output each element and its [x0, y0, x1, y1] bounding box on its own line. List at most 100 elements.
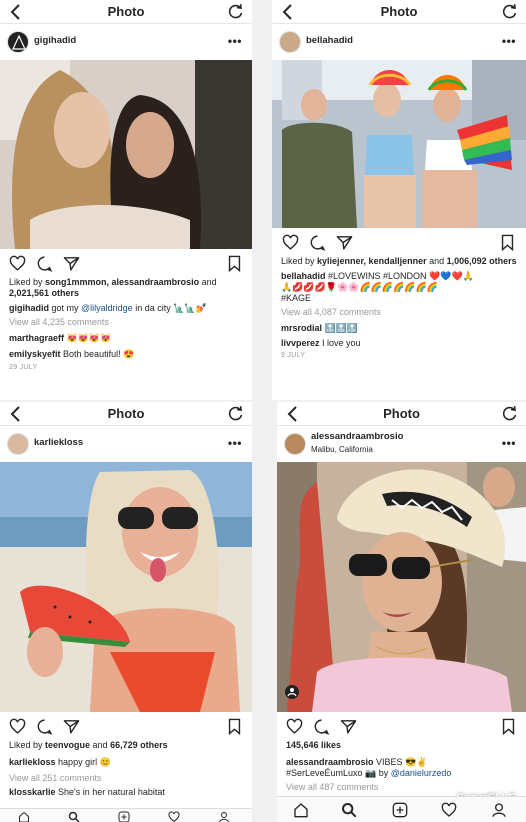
- comment: marthagraeff 😻😻😻😻: [0, 333, 252, 344]
- comment-icon[interactable]: [313, 718, 330, 735]
- navbar: Photo: [0, 0, 252, 24]
- comment: livvperez I love you: [272, 338, 526, 349]
- avatar[interactable]: [7, 31, 29, 53]
- comment: mrsrodial 🔝🔝🔝: [272, 323, 526, 334]
- caption: alessandraambrosio VIBES 😎✌️ #SerLeveÉum…: [277, 757, 526, 779]
- refresh-icon[interactable]: [501, 3, 518, 20]
- heart-icon[interactable]: [286, 718, 303, 735]
- post-header: karliekloss •••: [0, 426, 252, 462]
- caption-text-end: in da city 🗽🗽💅: [132, 303, 207, 313]
- profile-icon[interactable]: [491, 802, 507, 818]
- page-title: Photo: [380, 4, 418, 19]
- activity-heart-icon[interactable]: [168, 811, 180, 822]
- caption-emojis: 🙏💋💋💋🌹🌸🌸🌈🌈🌈🌈🌈🌈🌈: [281, 282, 438, 292]
- view-all-comments[interactable]: View all 251 comments: [0, 773, 252, 784]
- bookmark-icon[interactable]: [500, 718, 517, 735]
- comment-text: I love you: [319, 338, 361, 348]
- likes-count[interactable]: 2,021,561 others: [9, 288, 79, 298]
- username[interactable]: bellahadid: [306, 35, 353, 46]
- caption-text: got my: [49, 303, 82, 313]
- post-photo[interactable]: [272, 60, 526, 228]
- refresh-icon[interactable]: [501, 405, 518, 422]
- likes-total[interactable]: 145,646 likes: [277, 740, 526, 751]
- comment-text: 😻😻😻😻: [64, 333, 112, 343]
- avatar[interactable]: [284, 433, 306, 455]
- caption-text: VIBES 😎✌️: [373, 757, 428, 767]
- likes-count[interactable]: 1,006,092 others: [447, 256, 517, 266]
- more-options-icon[interactable]: •••: [228, 34, 242, 48]
- navbar: Photo: [272, 0, 526, 24]
- comment-username[interactable]: klosskarlie: [9, 787, 56, 797]
- share-icon[interactable]: [340, 718, 357, 735]
- post-photo[interactable]: [0, 462, 252, 712]
- likes-count[interactable]: 66,729 others: [110, 740, 168, 750]
- action-bar: [0, 249, 252, 277]
- refresh-icon[interactable]: [227, 3, 244, 20]
- more-options-icon[interactable]: •••: [228, 436, 242, 450]
- search-icon[interactable]: [341, 802, 357, 818]
- post-date: 9 JULY: [281, 352, 306, 359]
- caption-text: #LOVEWINS #LONDON ❤️💙❤️🙏: [325, 271, 474, 281]
- share-icon[interactable]: [63, 255, 80, 272]
- username[interactable]: karliekloss: [34, 437, 83, 448]
- heart-icon[interactable]: [9, 718, 26, 735]
- share-icon[interactable]: [336, 234, 353, 251]
- heart-icon[interactable]: [9, 255, 26, 272]
- likes-prefix: Liked by: [9, 277, 46, 287]
- likers[interactable]: kyliejenner, kendalljenner: [317, 256, 427, 266]
- comment: emilyskyefit Both beautiful! 😍: [0, 349, 252, 360]
- username[interactable]: gigihadid: [34, 35, 76, 46]
- likes-line: Liked by teenvogue and 66,729 others: [0, 740, 252, 751]
- share-icon[interactable]: [63, 718, 80, 735]
- comment-username[interactable]: livvperez: [281, 338, 320, 348]
- search-icon[interactable]: [68, 811, 80, 822]
- photo-image: [272, 60, 526, 228]
- bookmark-icon[interactable]: [226, 718, 243, 735]
- avatar[interactable]: [7, 433, 29, 455]
- view-all-comments[interactable]: View all 4,235 comments: [0, 317, 252, 328]
- view-all-comments[interactable]: View all 4,087 comments: [272, 307, 526, 318]
- caption-mention[interactable]: @lilyaldridge: [81, 303, 133, 313]
- home-icon[interactable]: [18, 811, 30, 822]
- more-options-icon[interactable]: •••: [502, 34, 516, 48]
- likes-prefix: Liked by: [9, 740, 46, 750]
- caption-mention[interactable]: @danielurzedo: [391, 768, 452, 778]
- navbar: Photo: [0, 402, 252, 426]
- caption-username[interactable]: gigihadid: [9, 303, 49, 313]
- more-options-icon[interactable]: •••: [502, 436, 516, 450]
- heart-icon[interactable]: [282, 234, 299, 251]
- username[interactable]: alessandraambrosio: [311, 431, 403, 442]
- caption-username[interactable]: karliekloss: [9, 757, 56, 767]
- post-date: 29 JULY: [9, 364, 38, 371]
- comment-username[interactable]: marthagraeff: [9, 333, 64, 343]
- comment-username[interactable]: emilyskyefit: [9, 349, 61, 359]
- action-bar: [272, 228, 526, 256]
- location[interactable]: Malibu, California: [311, 445, 373, 454]
- post-header: alessandraambrosio Malibu, California ••…: [277, 426, 526, 462]
- photo-image: [277, 462, 526, 712]
- bookmark-icon[interactable]: [499, 234, 516, 251]
- add-post-icon[interactable]: [118, 811, 130, 822]
- comment-icon[interactable]: [36, 255, 53, 272]
- caption-username[interactable]: alessandraambrosio: [286, 757, 374, 767]
- comment-username[interactable]: mrsrodial: [281, 323, 322, 333]
- comment-icon[interactable]: [309, 234, 326, 251]
- comment: klosskarlie She's in her natural habitat: [0, 787, 252, 798]
- activity-heart-icon[interactable]: [441, 802, 457, 818]
- comment-text: She's in her natural habitat: [55, 787, 165, 797]
- post-photo[interactable]: [0, 60, 252, 249]
- bookmark-icon[interactable]: [226, 255, 243, 272]
- likers[interactable]: teenvogue: [45, 740, 90, 750]
- post-photo[interactable]: [277, 462, 526, 712]
- caption-username[interactable]: bellahadid: [281, 271, 326, 281]
- home-icon[interactable]: [293, 802, 309, 818]
- profile-icon[interactable]: [218, 811, 230, 822]
- likers[interactable]: song1mmmon, alessandraambrosio: [45, 277, 199, 287]
- caption-hashtag[interactable]: #KAGE: [281, 293, 311, 303]
- add-post-icon[interactable]: [392, 802, 408, 818]
- page-title: Photo: [107, 406, 145, 421]
- refresh-icon[interactable]: [227, 405, 244, 422]
- avatar[interactable]: [279, 31, 301, 53]
- page-title: Photo: [107, 4, 145, 19]
- comment-icon[interactable]: [36, 718, 53, 735]
